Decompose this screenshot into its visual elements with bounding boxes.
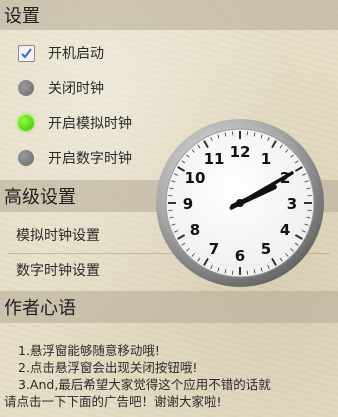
note-line-2: 2.点击悬浮窗会出现关闭按钮哦! [18,360,198,375]
analog-clock-label: 开启模拟时钟 [48,116,132,132]
checkmark-icon [20,47,32,59]
clock-number: 11 [204,150,225,168]
author-header: 作者心语 [0,291,338,323]
clock-number: 5 [261,240,271,258]
startup-checkbox[interactable] [17,44,35,62]
clock-number: 12 [230,143,251,161]
clock-number: 9 [183,195,193,213]
digital-clock-settings-item[interactable]: 数字时钟设置 [16,255,100,285]
clock-number: 3 [287,195,297,213]
close-clock-radio[interactable] [17,79,35,97]
clock-number: 1 [261,150,271,168]
note-line-4: 请点击一下下面的广告吧！谢谢大家啦! [4,394,222,409]
clock-number: 6 [235,247,245,265]
clock-number: 4 [280,221,290,239]
digital-clock-settings-label: 数字时钟设置 [16,263,100,279]
digital-clock-label: 开启数字时钟 [48,151,132,167]
clock-number: 10 [185,169,206,187]
clock-number: 8 [190,221,200,239]
clock-number: 7 [209,240,219,258]
settings-title: 设置 [4,6,40,27]
close-clock-label: 关闭时钟 [48,81,104,97]
analog-clock-radio[interactable] [17,114,35,132]
note-line-1: 1.悬浮窗能够随意移动哦! [18,343,160,358]
advanced-title: 高级设置 [4,187,76,208]
clock-center [236,199,244,207]
author-title: 作者心语 [4,298,76,319]
startup-on-boot-row[interactable]: 开机启动 [0,36,338,70]
floating-analog-clock[interactable]: 121234567891011 [155,118,325,288]
analog-clock-settings-item[interactable]: 模拟时钟设置 [16,220,100,250]
note-line-3: 3.And,最后希望大家觉得这个应用不错的话就 [18,377,271,392]
digital-clock-radio[interactable] [17,149,35,167]
author-notes: 1.悬浮窗能够随意移动哦! 2.点击悬浮窗会出现关闭按钮哦! 3.And,最后希… [0,342,338,410]
analog-clock-settings-label: 模拟时钟设置 [16,228,100,244]
settings-header: 设置 [0,0,338,30]
close-clock-row[interactable]: 关闭时钟 [0,71,338,105]
startup-label: 开机启动 [48,46,104,62]
